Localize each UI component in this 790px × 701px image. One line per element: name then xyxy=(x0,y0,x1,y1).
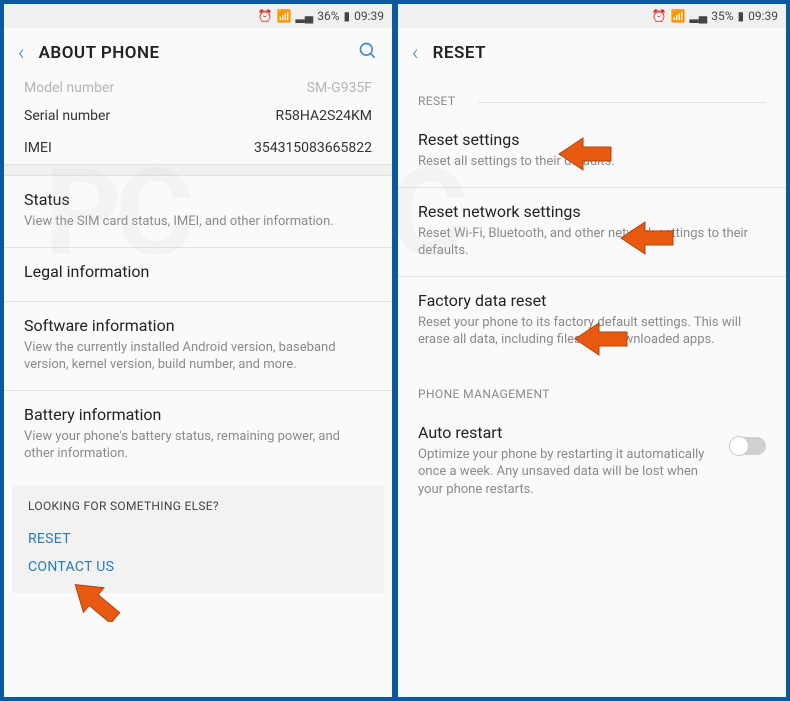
signal-icon: ▂▄ xyxy=(689,9,707,23)
page-title: ABOUT PHONE xyxy=(39,43,344,63)
clock: 09:39 xyxy=(354,9,384,23)
reset-settings-title: Reset settings xyxy=(418,130,766,149)
battery-icon: ▮ xyxy=(344,9,351,23)
battery-percent: 36% xyxy=(317,9,339,23)
contact-link[interactable]: CONTACT US xyxy=(28,553,368,581)
software-desc: View the currently installed Android ver… xyxy=(24,339,372,374)
serial-row: Serial number R58HA2S24KM xyxy=(4,100,392,132)
serial-value: R58HA2S24KM xyxy=(275,108,372,124)
reset-link[interactable]: RESET xyxy=(28,525,368,553)
factory-reset-desc: Reset your phone to its factory default … xyxy=(418,314,766,349)
status-bar: ⏰ 📶 ▂▄ 36% ▮ 09:39 xyxy=(4,4,392,28)
search-icon[interactable] xyxy=(358,41,378,66)
battery-percent: 35% xyxy=(711,9,733,23)
header: ‹ RESET xyxy=(398,28,786,78)
section-reset: RESET xyxy=(398,78,786,116)
footer-box: LOOKING FOR SOMETHING ELSE? RESET CONTAC… xyxy=(12,485,384,593)
content: Model number SM-G935F Serial number R58H… xyxy=(4,78,392,697)
model-value: SM-G935F xyxy=(307,80,372,96)
software-title: Software information xyxy=(24,316,372,335)
status-item[interactable]: Status View the SIM card status, IMEI, a… xyxy=(4,176,392,247)
status-desc: View the SIM card status, IMEI, and othe… xyxy=(24,213,372,231)
factory-reset-title: Factory data reset xyxy=(418,291,766,310)
wifi-icon: 📶 xyxy=(671,9,686,23)
page-title: RESET xyxy=(433,43,772,63)
imei-label: IMEI xyxy=(24,140,52,156)
reset-network-desc: Reset Wi-Fi, Bluetooth, and other networ… xyxy=(418,225,766,260)
software-item[interactable]: Software information View the currently … xyxy=(4,302,392,390)
auto-restart-desc: Optimize your phone by restarting it aut… xyxy=(418,446,718,499)
legal-title: Legal information xyxy=(24,262,372,281)
legal-item[interactable]: Legal information xyxy=(4,248,392,301)
reset-settings-desc: Reset all settings to their defaults. xyxy=(418,153,766,171)
back-icon[interactable]: ‹ xyxy=(18,41,25,66)
serial-label: Serial number xyxy=(24,108,110,124)
imei-row: IMEI 354315083665822 xyxy=(4,132,392,164)
status-bar: ⏰ 📶 ▂▄ 35% ▮ 09:39 xyxy=(398,4,786,28)
auto-restart-title: Auto restart xyxy=(418,423,718,442)
signal-icon: ▂▄ xyxy=(295,9,313,23)
auto-restart-item[interactable]: Auto restart Optimize your phone by rest… xyxy=(398,409,786,515)
back-icon[interactable]: ‹ xyxy=(412,41,419,66)
battery-item[interactable]: Battery information View your phone's ba… xyxy=(4,391,392,479)
section-phone-mgmt: PHONE MANAGEMENT xyxy=(398,365,786,409)
alarm-icon: ⏰ xyxy=(652,9,667,23)
wifi-icon: 📶 xyxy=(277,9,292,23)
clock: 09:39 xyxy=(748,9,778,23)
content: RESET Reset settings Reset all settings … xyxy=(398,78,786,697)
battery-icon: ▮ xyxy=(738,9,745,23)
imei-value: 354315083665822 xyxy=(254,140,372,156)
auto-restart-toggle[interactable] xyxy=(730,437,766,455)
reset-screen: PC ⏰ 📶 ▂▄ 35% ▮ 09:39 ‹ RESET RESET Rese… xyxy=(398,4,786,697)
alarm-icon: ⏰ xyxy=(258,9,273,23)
model-label: Model number xyxy=(24,80,114,96)
reset-network-title: Reset network settings xyxy=(418,202,766,221)
factory-reset-item[interactable]: Factory data reset Reset your phone to i… xyxy=(398,277,786,365)
footer-heading: LOOKING FOR SOMETHING ELSE? xyxy=(28,499,368,513)
battery-desc: View your phone's battery status, remain… xyxy=(24,428,372,463)
status-title: Status xyxy=(24,190,372,209)
header: ‹ ABOUT PHONE xyxy=(4,28,392,78)
model-row: Model number SM-G935F xyxy=(4,78,392,100)
about-phone-screen: PC ⏰ 📶 ▂▄ 36% ▮ 09:39 ‹ ABOUT PHONE Mode… xyxy=(4,4,392,697)
section-gap xyxy=(4,164,392,176)
battery-title: Battery information xyxy=(24,405,372,424)
reset-network-item[interactable]: Reset network settings Reset Wi-Fi, Blue… xyxy=(398,188,786,276)
reset-settings-item[interactable]: Reset settings Reset all settings to the… xyxy=(398,116,786,187)
